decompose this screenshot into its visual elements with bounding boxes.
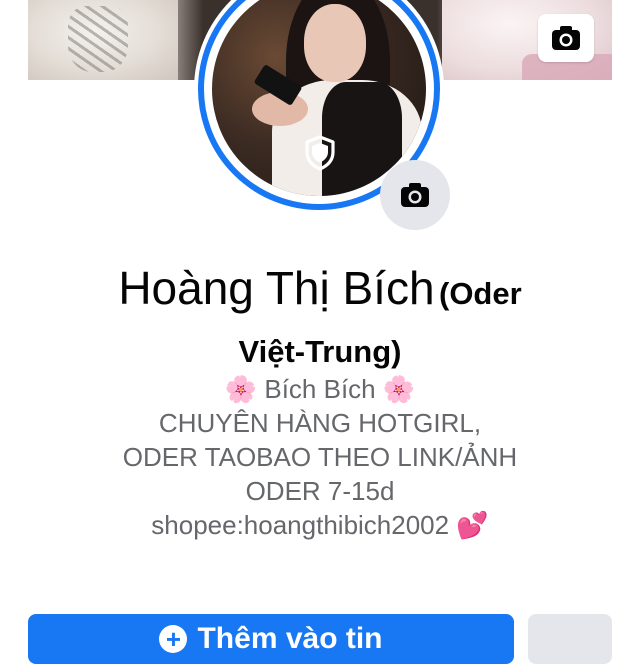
bio-nickname-line: 🌸 Bích Bích 🌸 (40, 372, 600, 406)
profile-name-suffix: (Oder (439, 276, 522, 311)
flower-icon: 🌸 (224, 374, 258, 404)
profile-name: Hoàng Thị Bích (Oder Việt-Trung) (40, 262, 600, 378)
profile-picture-face (304, 4, 366, 82)
bio-line: ODER TAOBAO THEO LINK/ẢNH (122, 442, 518, 472)
profile-name-main: Hoàng Thị Bích (118, 262, 435, 314)
cover-photo-left-figure (28, 0, 178, 80)
bio-shopee: shopee:hoangthibich2002 (151, 510, 450, 540)
bio-shopee-line: shopee:hoangthibich2002 💕 (40, 508, 600, 542)
profile-bio: 🌸 Bích Bích 🌸 CHUYÊN HÀNG HOTGIRL, ODER … (40, 372, 600, 542)
camera-icon (401, 183, 429, 207)
edit-cover-photo-button[interactable] (538, 14, 594, 62)
shield-icon (303, 134, 337, 172)
add-to-story-label: Thêm vào tin (197, 622, 383, 655)
edit-profile-picture-button[interactable] (380, 160, 450, 230)
profile-name-suffix-line2: Việt-Trung) (238, 334, 402, 369)
more-options-button[interactable] (528, 614, 612, 664)
flower-icon: 🌸 (382, 374, 416, 404)
add-to-story-button[interactable]: + Thêm vào tin (28, 614, 514, 664)
hearts-icon: 💕 (456, 510, 489, 540)
bio-line: ODER 7-15d (245, 476, 395, 506)
plus-circle-icon: + (159, 625, 188, 653)
bio-line: CHUYÊN HÀNG HOTGIRL, (158, 408, 482, 438)
bio-nickname: Bích Bích (264, 374, 376, 404)
camera-icon (552, 26, 580, 50)
